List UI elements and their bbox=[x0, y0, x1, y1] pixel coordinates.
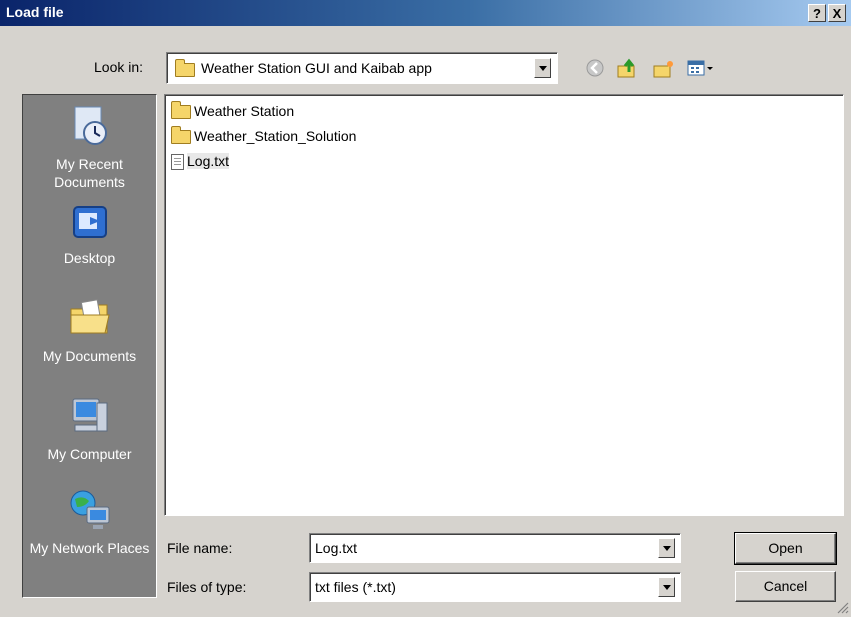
folder-icon bbox=[175, 59, 195, 77]
list-item[interactable]: Weather_Station_Solution bbox=[171, 126, 356, 146]
place-recent-documents[interactable]: My Recent Documents bbox=[23, 103, 156, 191]
cancel-button[interactable]: Cancel bbox=[735, 571, 836, 602]
my-documents-icon bbox=[23, 295, 156, 345]
place-label: My Network Places bbox=[29, 540, 150, 556]
look-in-value: Weather Station GUI and Kaibab app bbox=[201, 60, 432, 76]
chevron-down-icon[interactable] bbox=[658, 538, 675, 558]
up-folder-icon[interactable] bbox=[616, 58, 638, 80]
title-bar: Load file ? X bbox=[0, 0, 851, 26]
list-item[interactable]: Log.txt bbox=[171, 151, 230, 171]
place-my-computer[interactable]: My Computer bbox=[23, 393, 156, 463]
resize-grip-icon[interactable] bbox=[835, 600, 849, 614]
new-folder-icon[interactable] bbox=[652, 58, 674, 80]
place-label: My Computer bbox=[47, 446, 132, 462]
file-type-select[interactable]: txt files (*.txt) bbox=[309, 572, 681, 602]
desktop-icon bbox=[23, 203, 156, 247]
item-label: Log.txt bbox=[187, 153, 230, 169]
network-places-icon bbox=[23, 487, 156, 537]
close-button[interactable]: X bbox=[828, 4, 846, 22]
recent-documents-icon bbox=[23, 103, 156, 153]
help-button[interactable]: ? bbox=[808, 4, 826, 22]
file-type-value: txt files (*.txt) bbox=[315, 579, 396, 595]
look-in-dropdown[interactable]: Weather Station GUI and Kaibab app bbox=[166, 52, 558, 84]
look-in-label: Look in: bbox=[94, 59, 144, 75]
place-my-documents[interactable]: My Documents bbox=[23, 295, 156, 365]
place-label: My Recent Documents bbox=[54, 156, 125, 190]
text-file-icon bbox=[171, 154, 184, 171]
item-label: Weather Station bbox=[194, 103, 295, 119]
place-label: My Documents bbox=[42, 348, 137, 364]
place-network-places[interactable]: My Network Places bbox=[23, 487, 156, 557]
back-icon[interactable] bbox=[584, 58, 606, 80]
list-item[interactable]: Weather Station bbox=[171, 101, 294, 121]
file-name-label: File name: bbox=[167, 540, 233, 556]
window-title: Load file bbox=[6, 4, 64, 20]
file-list[interactable]: Weather Station Weather_Station_Solution… bbox=[164, 94, 844, 516]
chevron-down-icon[interactable] bbox=[534, 58, 551, 78]
file-name-input[interactable]: Log.txt bbox=[309, 533, 681, 563]
folder-icon bbox=[171, 101, 191, 120]
item-label: Weather_Station_Solution bbox=[194, 128, 357, 144]
places-bar: My Recent Documents Desktop My Documents… bbox=[22, 94, 157, 598]
place-label: Desktop bbox=[63, 250, 116, 266]
chevron-down-icon[interactable] bbox=[658, 577, 675, 597]
file-type-label: Files of type: bbox=[167, 579, 247, 595]
file-name-value: Log.txt bbox=[315, 540, 358, 556]
view-menu-icon[interactable] bbox=[686, 58, 716, 80]
place-desktop[interactable]: Desktop bbox=[23, 203, 156, 267]
my-computer-icon bbox=[23, 393, 156, 443]
open-button[interactable]: Open bbox=[734, 532, 837, 565]
folder-icon bbox=[171, 126, 191, 145]
